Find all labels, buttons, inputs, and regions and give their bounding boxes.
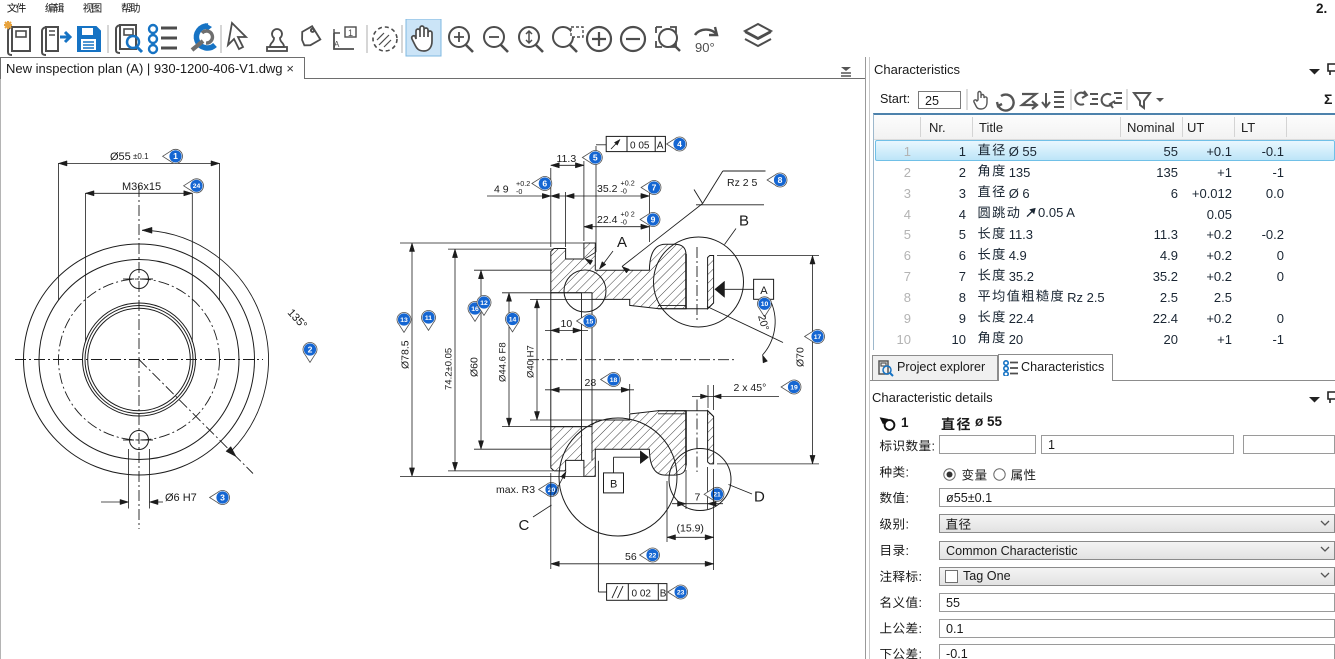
svg-text:B: B [610, 479, 617, 491]
svg-text:7: 7 [695, 492, 701, 504]
svg-text:D: D [754, 489, 765, 506]
svg-text:11: 11 [425, 315, 432, 322]
svg-text:11.3: 11.3 [557, 153, 577, 165]
svg-text:21: 21 [713, 492, 721, 499]
svg-text:24: 24 [193, 183, 201, 190]
svg-text:B: B [660, 589, 667, 600]
svg-text:13: 13 [400, 317, 408, 324]
svg-text:Ø60: Ø60 [469, 357, 481, 377]
svg-text:Rz 2 5: Rz 2 5 [727, 177, 758, 189]
svg-text:22: 22 [649, 552, 657, 559]
svg-text:-0: -0 [516, 187, 522, 196]
svg-text:7: 7 [652, 182, 657, 192]
svg-text:56: 56 [625, 551, 637, 563]
svg-text:A: A [760, 285, 768, 297]
svg-text:0 02: 0 02 [632, 589, 652, 600]
svg-text:-0: -0 [621, 187, 627, 196]
svg-text:±0.1: ±0.1 [133, 152, 149, 161]
svg-text:20: 20 [548, 487, 556, 494]
svg-text:Ø40 H7: Ø40 H7 [526, 345, 537, 378]
svg-text:20°: 20° [755, 314, 771, 333]
svg-text:135°: 135° [285, 307, 309, 332]
svg-text:B: B [739, 213, 749, 230]
svg-text:4: 4 [677, 139, 682, 149]
svg-text:max. R3: max. R3 [496, 484, 535, 496]
svg-text:23: 23 [677, 589, 685, 596]
svg-text:Ø55: Ø55 [110, 151, 131, 163]
svg-text:2 x 45°: 2 x 45° [734, 382, 767, 394]
svg-text:A: A [617, 234, 627, 251]
svg-text:1: 1 [348, 28, 353, 38]
svg-text:3: 3 [220, 492, 225, 502]
svg-text:16: 16 [471, 306, 479, 313]
svg-text:A: A [334, 40, 340, 49]
svg-text:Ø78.5: Ø78.5 [400, 340, 412, 369]
svg-text:5: 5 [593, 152, 598, 162]
svg-text:15: 15 [586, 318, 594, 325]
svg-text:10: 10 [561, 318, 573, 330]
svg-text:(15.9): (15.9) [677, 523, 704, 535]
svg-text:6: 6 [542, 178, 547, 188]
svg-text:35.2: 35.2 [597, 183, 618, 195]
svg-text:8: 8 [778, 175, 783, 185]
svg-text:C: C [519, 517, 530, 534]
svg-text:2: 2 [308, 344, 313, 354]
svg-text:Ø70: Ø70 [795, 347, 807, 367]
svg-text:14: 14 [509, 316, 517, 323]
svg-text:17: 17 [814, 334, 822, 341]
svg-text:0 05: 0 05 [630, 140, 650, 151]
svg-text:9: 9 [651, 214, 656, 224]
svg-text:28: 28 [585, 377, 597, 389]
svg-text:Ø44.6 F8: Ø44.6 F8 [498, 342, 509, 382]
svg-text:18: 18 [610, 377, 618, 384]
svg-text:Ø6 H7: Ø6 H7 [165, 492, 197, 504]
svg-text:19: 19 [790, 384, 798, 391]
svg-text:74.2±0.05: 74.2±0.05 [444, 348, 455, 390]
svg-text:22.4: 22.4 [597, 214, 618, 226]
svg-text:12: 12 [480, 300, 488, 307]
svg-text:1: 1 [173, 151, 178, 161]
svg-text:90°: 90° [695, 40, 715, 55]
svg-text:M36x15: M36x15 [122, 181, 161, 193]
svg-text:4 9: 4 9 [494, 184, 509, 196]
svg-text:A: A [657, 140, 664, 151]
svg-text:10: 10 [761, 301, 769, 308]
svg-text:-0: -0 [621, 218, 627, 227]
